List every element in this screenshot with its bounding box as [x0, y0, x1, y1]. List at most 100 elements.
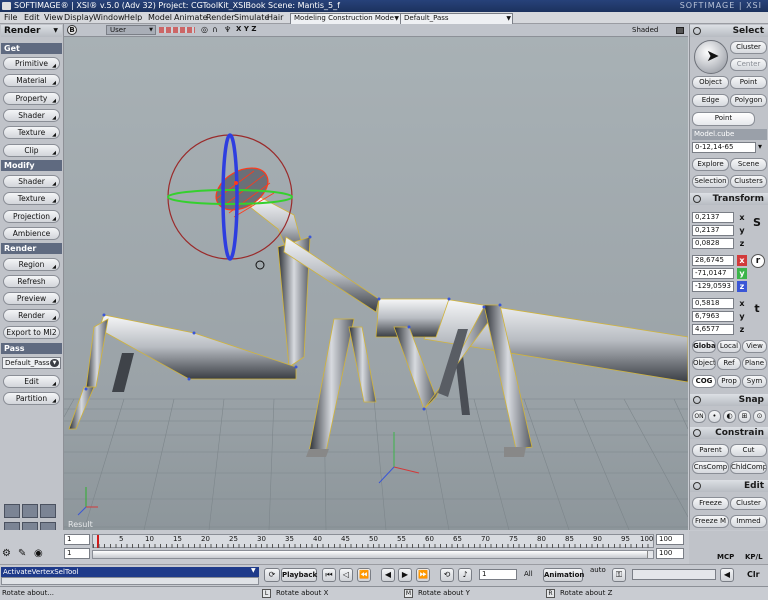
- view-button[interactable]: View: [742, 340, 767, 353]
- cut-button[interactable]: Cut: [730, 444, 767, 457]
- current-frame-field[interactable]: 1: [479, 569, 517, 580]
- refresh-button[interactable]: Refresh: [3, 275, 60, 288]
- menu-animate[interactable]: Animate: [174, 12, 208, 24]
- shader-button[interactable]: Shader ◢: [3, 109, 60, 122]
- menu-file[interactable]: File: [4, 12, 17, 24]
- modify-shader-button[interactable]: Shader ◢: [3, 175, 60, 188]
- snap-target-icon[interactable]: ⊙: [753, 410, 766, 423]
- layout-single-icon[interactable]: [22, 504, 38, 518]
- play-icon[interactable]: ▶: [398, 568, 412, 582]
- global-start-field[interactable]: 1: [64, 548, 90, 559]
- menu-simulate[interactable]: Simulate: [234, 12, 269, 24]
- mcp-tab[interactable]: MCP: [717, 553, 734, 561]
- animation-menu-button[interactable]: Animation: [543, 568, 584, 582]
- range-slider[interactable]: [92, 550, 654, 559]
- scale-z-field[interactable]: 0,0828: [692, 238, 734, 249]
- selection-range-field[interactable]: 0-12,14-65: [692, 142, 756, 153]
- export-mi2-button[interactable]: Export to MI2: [3, 326, 60, 339]
- property-button[interactable]: Property ◢: [3, 92, 60, 105]
- clear-key-label[interactable]: Clr: [747, 570, 760, 579]
- audio-icon[interactable]: ♪: [458, 568, 472, 582]
- playback-menu-button[interactable]: Playback: [281, 568, 317, 582]
- menu-help[interactable]: Help: [124, 12, 142, 24]
- pass-edit-button[interactable]: Edit ◢: [3, 375, 60, 388]
- render-button[interactable]: Render ◢: [3, 309, 60, 322]
- menu-view[interactable]: View: [44, 12, 63, 24]
- translate-y-field[interactable]: 6,7963: [692, 311, 734, 322]
- viewport-letter[interactable]: B: [67, 25, 77, 35]
- local-button[interactable]: Local: [717, 340, 741, 353]
- scene-tools-icon[interactable]: ⚙: [2, 548, 11, 559]
- chevron-down-icon[interactable]: ▼: [251, 567, 256, 574]
- brush-icon[interactable]: ✎: [18, 548, 26, 559]
- viewport-canvas[interactable]: [64, 37, 688, 530]
- shading-mode[interactable]: Shaded: [632, 26, 658, 34]
- prop-button[interactable]: Prop: [717, 375, 741, 388]
- clusters-button[interactable]: Clusters: [730, 175, 767, 188]
- first-frame-icon[interactable]: ⏮: [322, 568, 336, 582]
- sphere-icon[interactable]: ◉: [34, 548, 43, 559]
- global-end-field[interactable]: 100: [656, 548, 684, 559]
- cnscomp-button[interactable]: CnsComp: [692, 461, 729, 474]
- magnet-icon[interactable]: ∩: [212, 25, 218, 34]
- translate-z-field[interactable]: 4,6577: [692, 324, 734, 335]
- 3d-viewport[interactable]: Result: [64, 37, 688, 530]
- camera-selector[interactable]: User ▼: [106, 25, 156, 35]
- snap-curve-icon[interactable]: ◐: [723, 410, 736, 423]
- menu-edit[interactable]: Edit: [24, 12, 40, 24]
- plane-button[interactable]: Plane: [742, 357, 767, 370]
- next-key-icon[interactable]: ⏩: [416, 568, 430, 582]
- immed-button[interactable]: Immed: [730, 515, 767, 528]
- menu-render[interactable]: Render: [206, 12, 234, 24]
- collapse-icon[interactable]: [693, 429, 701, 437]
- cluster-button[interactable]: Cluster: [730, 41, 767, 54]
- scale-x-field[interactable]: 0,2137: [692, 212, 734, 223]
- scale-y-field[interactable]: 0,2137: [692, 225, 734, 236]
- menu-model[interactable]: Model: [148, 12, 172, 24]
- scale-tool-icon[interactable]: S: [749, 212, 765, 234]
- kpl-tab[interactable]: KP/L: [745, 553, 763, 561]
- all-label[interactable]: All: [524, 570, 533, 578]
- menu-window[interactable]: Window: [93, 12, 125, 24]
- prev-key-icon[interactable]: ⏪: [357, 568, 371, 582]
- select-tool-icon[interactable]: ➤: [694, 40, 728, 74]
- ref-button[interactable]: Ref: [717, 357, 741, 370]
- chevron-down-icon[interactable]: ▾: [758, 142, 762, 151]
- global-button[interactable]: Global: [692, 340, 716, 353]
- menu-display[interactable]: Display: [64, 12, 94, 24]
- command-input[interactable]: ActivateVertexSelTool: [1, 567, 259, 577]
- menu-hair[interactable]: Hair: [267, 12, 283, 24]
- projection-button[interactable]: Projection ◢: [3, 210, 60, 223]
- primitive-button[interactable]: Primitive ◢: [3, 57, 60, 70]
- clip-button[interactable]: Clip ◢: [3, 144, 60, 157]
- auto-key-label[interactable]: auto: [590, 566, 606, 574]
- eye-icon[interactable]: ◎: [201, 25, 208, 34]
- cog-button[interactable]: COG: [692, 375, 716, 388]
- previous-key-icon[interactable]: ◀: [720, 568, 734, 582]
- selection-button[interactable]: Selection: [692, 175, 729, 188]
- snap-grid-icon[interactable]: ⊞: [738, 410, 751, 423]
- scene-button[interactable]: Scene: [730, 158, 767, 171]
- start-frame-field[interactable]: 1: [64, 534, 90, 545]
- collapse-icon[interactable]: [693, 27, 701, 35]
- sym-button[interactable]: Sym: [742, 375, 767, 388]
- collapse-icon[interactable]: [693, 482, 701, 490]
- maximize-icon[interactable]: [676, 27, 684, 34]
- snap-point-icon[interactable]: •: [708, 410, 721, 423]
- edit-cluster-button[interactable]: Cluster: [730, 497, 767, 510]
- freeze-m-button[interactable]: Freeze M: [692, 515, 729, 528]
- chldcomp-button[interactable]: ChldComp: [730, 461, 767, 474]
- key-icon[interactable]: ⚿: [612, 568, 626, 582]
- translate-tool-icon[interactable]: t: [749, 298, 765, 320]
- pass-dropdown[interactable]: Default_Pass ▼: [2, 357, 61, 369]
- explore-button[interactable]: Explore: [692, 158, 729, 171]
- rotate-y-field[interactable]: -71,0147: [692, 268, 734, 279]
- pin-icon[interactable]: ♆: [224, 25, 231, 34]
- collapse-icon[interactable]: [693, 396, 701, 404]
- edge-button[interactable]: Edge: [692, 94, 729, 107]
- texture-button[interactable]: Texture ◢: [3, 126, 60, 139]
- playback-tool-icon[interactable]: ⟳: [264, 568, 280, 582]
- polygon-button[interactable]: Polygon: [730, 94, 767, 107]
- center-button[interactable]: Center: [730, 58, 767, 71]
- module-selector[interactable]: Render ▼: [1, 25, 62, 37]
